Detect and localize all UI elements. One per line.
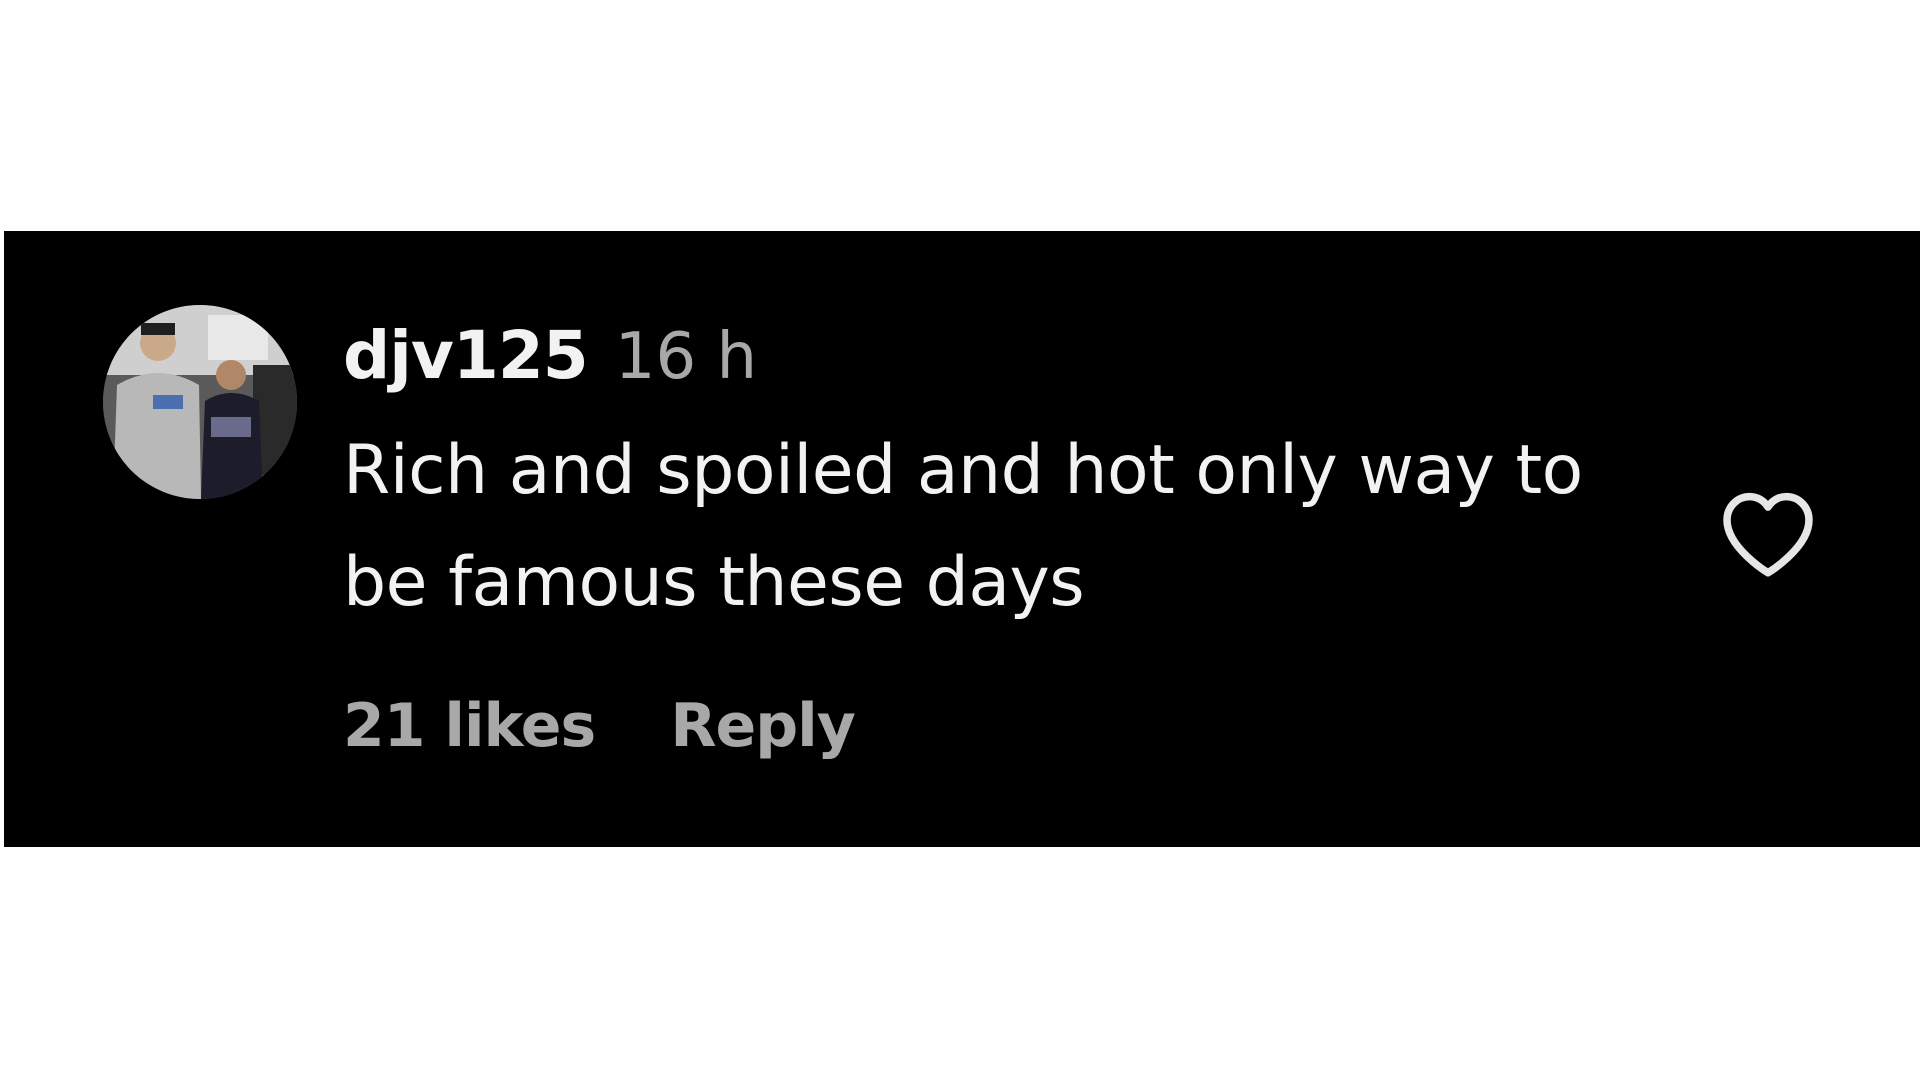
- like-button[interactable]: [1716, 487, 1820, 579]
- comment-card: djv125 16 h Rich and spoiled and hot onl…: [4, 231, 1920, 847]
- profile-photo-avatar: [103, 305, 297, 499]
- likes-count[interactable]: 21 likes: [343, 691, 596, 761]
- reply-button[interactable]: Reply: [670, 691, 856, 761]
- comment-actions: 21 likes Reply: [343, 686, 856, 766]
- comment-header: djv125 16 h: [343, 317, 1643, 395]
- screenshot-canvas: djv125 16 h Rich and spoiled and hot onl…: [0, 0, 1920, 1080]
- user-avatar[interactable]: [103, 305, 297, 499]
- comment-timestamp[interactable]: 16 h: [615, 320, 757, 394]
- username-link[interactable]: djv125: [343, 317, 589, 394]
- comment-text: Rich and spoiled and hot only way to be …: [343, 431, 1583, 622]
- heart-outline-icon: [1723, 492, 1813, 577]
- comment-content: djv125 16 h Rich and spoiled and hot onl…: [343, 317, 1643, 639]
